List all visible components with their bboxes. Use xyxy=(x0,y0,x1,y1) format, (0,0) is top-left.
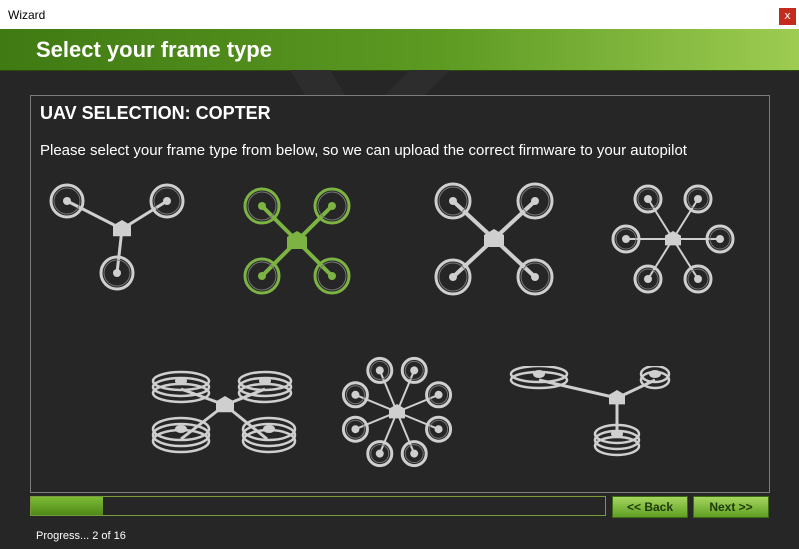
close-button[interactable]: x xyxy=(779,8,796,25)
frame-tricopter-icon[interactable] xyxy=(49,181,195,301)
back-button[interactable]: << Back xyxy=(612,496,688,518)
frame-y6-icon[interactable] xyxy=(147,369,303,469)
frame-hexa-x-icon[interactable] xyxy=(431,181,557,299)
next-button[interactable]: Next >> xyxy=(693,496,769,518)
panel-title: UAV SELECTION: COPTER xyxy=(40,103,271,123)
header-banner: Select your frame type xyxy=(0,29,799,71)
panel-description: Please select your frame type from below… xyxy=(40,142,687,159)
progress-bar xyxy=(30,496,606,516)
progress-bar-fill xyxy=(31,497,103,515)
frame-tri-coaxial-icon[interactable] xyxy=(505,366,671,468)
window-titlebar: Wizard x xyxy=(0,0,799,29)
frame-octa-icon[interactable] xyxy=(337,352,457,472)
frame-selection-panel: UAV SELECTION: COPTER Please select your… xyxy=(30,95,770,493)
frame-octa-x-icon[interactable] xyxy=(608,181,738,299)
window-title: Wizard xyxy=(8,8,46,22)
page-title: Select your frame type xyxy=(36,37,272,62)
frame-quad-x-icon[interactable] xyxy=(237,181,357,301)
progress-text: Progress... 2 of 16 xyxy=(36,530,126,542)
